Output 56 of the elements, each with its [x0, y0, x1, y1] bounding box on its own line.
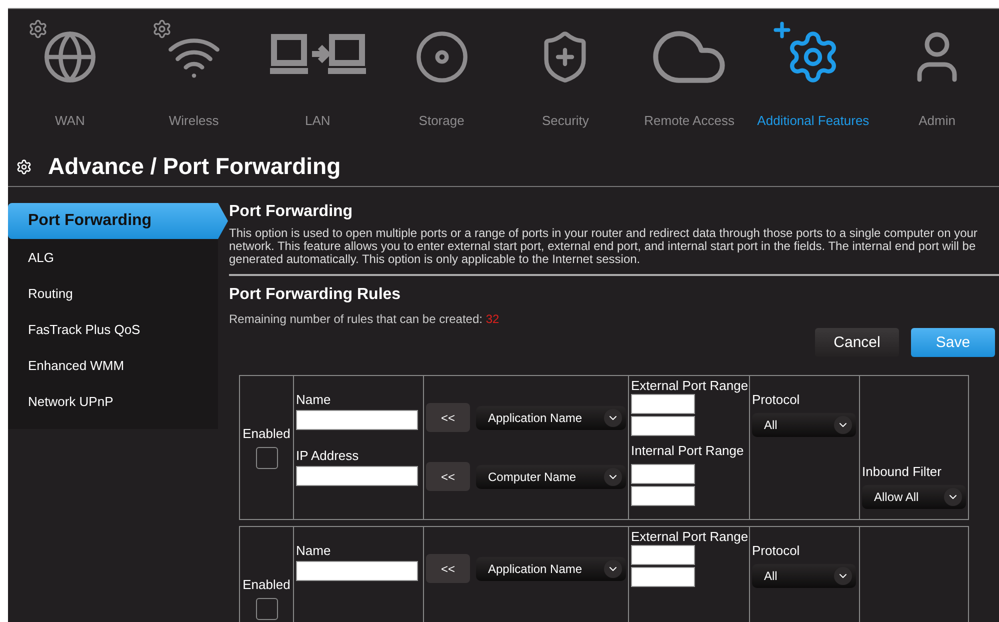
- field-label: Protocol: [752, 543, 801, 558]
- field-label: Name: [296, 392, 332, 407]
- field-label: External Port Range: [631, 378, 747, 393]
- nav-tab[interactable]: WAN: [8, 19, 132, 137]
- field-label: Enabled: [242, 426, 290, 441]
- nav-tab[interactable]: Security: [504, 19, 628, 137]
- input-field[interactable]: [631, 416, 695, 436]
- dropdown[interactable]: Application Name: [476, 556, 626, 580]
- nav-tab[interactable]: Additional Features: [751, 19, 876, 137]
- field-label: Inbound Filter: [862, 464, 942, 479]
- page-title: Advance / Port Forwarding: [48, 153, 341, 180]
- dropdown[interactable]: Computer Name: [476, 464, 626, 488]
- globe-icon: [42, 29, 98, 85]
- copy-button[interactable]: <<: [426, 403, 470, 432]
- input-field[interactable]: [631, 464, 695, 484]
- input-field[interactable]: [631, 394, 695, 414]
- section-title: Port Forwarding: [229, 203, 354, 221]
- checkbox[interactable]: [256, 598, 278, 620]
- sidebar-item[interactable]: Port Forwarding: [8, 203, 228, 239]
- input-field[interactable]: [296, 561, 418, 581]
- settings-icon: [152, 19, 172, 39]
- field-label: Enabled: [242, 577, 290, 592]
- description-text: This option is used to open multiple ports or a range of ports in your router and redirect data through those ports to a single computer on your network. This feature allows you to enter external start port, external end port, and internal start port in the fields. The internal end port will be generated automatically. This option is only applicable to the Internet session.: [229, 227, 999, 276]
- dropdown[interactable]: Application Name: [476, 406, 626, 430]
- copy-button[interactable]: <<: [426, 462, 470, 491]
- field-label: Internal Port Range: [631, 443, 745, 458]
- settings-icon: [28, 19, 48, 39]
- input-field[interactable]: [296, 410, 418, 430]
- nav-tab[interactable]: Remote Access: [627, 19, 752, 137]
- field-label: IP Address: [296, 448, 360, 463]
- nav-tab[interactable]: LAN: [256, 19, 380, 137]
- input-field[interactable]: [631, 567, 695, 587]
- copy-button[interactable]: <<: [426, 554, 470, 583]
- field-label: External Port Range: [631, 529, 747, 544]
- dropdown[interactable]: Allow All: [862, 485, 966, 509]
- sidebar-item[interactable]: Enhanced WMM: [8, 347, 218, 383]
- input-field[interactable]: [631, 545, 695, 565]
- sidebar-item[interactable]: Network UPnP: [8, 383, 218, 419]
- dropdown[interactable]: All: [752, 413, 856, 437]
- sidebar-item[interactable]: ALG: [8, 239, 218, 275]
- field-label: Protocol: [752, 392, 801, 407]
- nav-tab[interactable]: Storage: [380, 19, 504, 137]
- input-field[interactable]: [296, 466, 418, 486]
- sidebar-item[interactable]: FasTrack Plus QoS: [8, 311, 218, 347]
- section-title: Port Forwarding Rules: [229, 286, 402, 304]
- settings-icon: [16, 158, 32, 174]
- field-label: Name: [296, 543, 332, 558]
- nav-tab[interactable]: Admin: [875, 19, 999, 137]
- checkbox[interactable]: [256, 447, 278, 469]
- remaining-rules-text: Remaining number of rules that can be created: 32: [229, 312, 500, 326]
- input-field[interactable]: [631, 486, 695, 506]
- nav-tab[interactable]: Wireless: [132, 19, 256, 137]
- dropdown[interactable]: All: [752, 564, 856, 588]
- sidebar-item[interactable]: Routing: [8, 275, 218, 311]
- cancel-button[interactable]: Cancel: [815, 328, 899, 357]
- disc-icon: [414, 29, 470, 85]
